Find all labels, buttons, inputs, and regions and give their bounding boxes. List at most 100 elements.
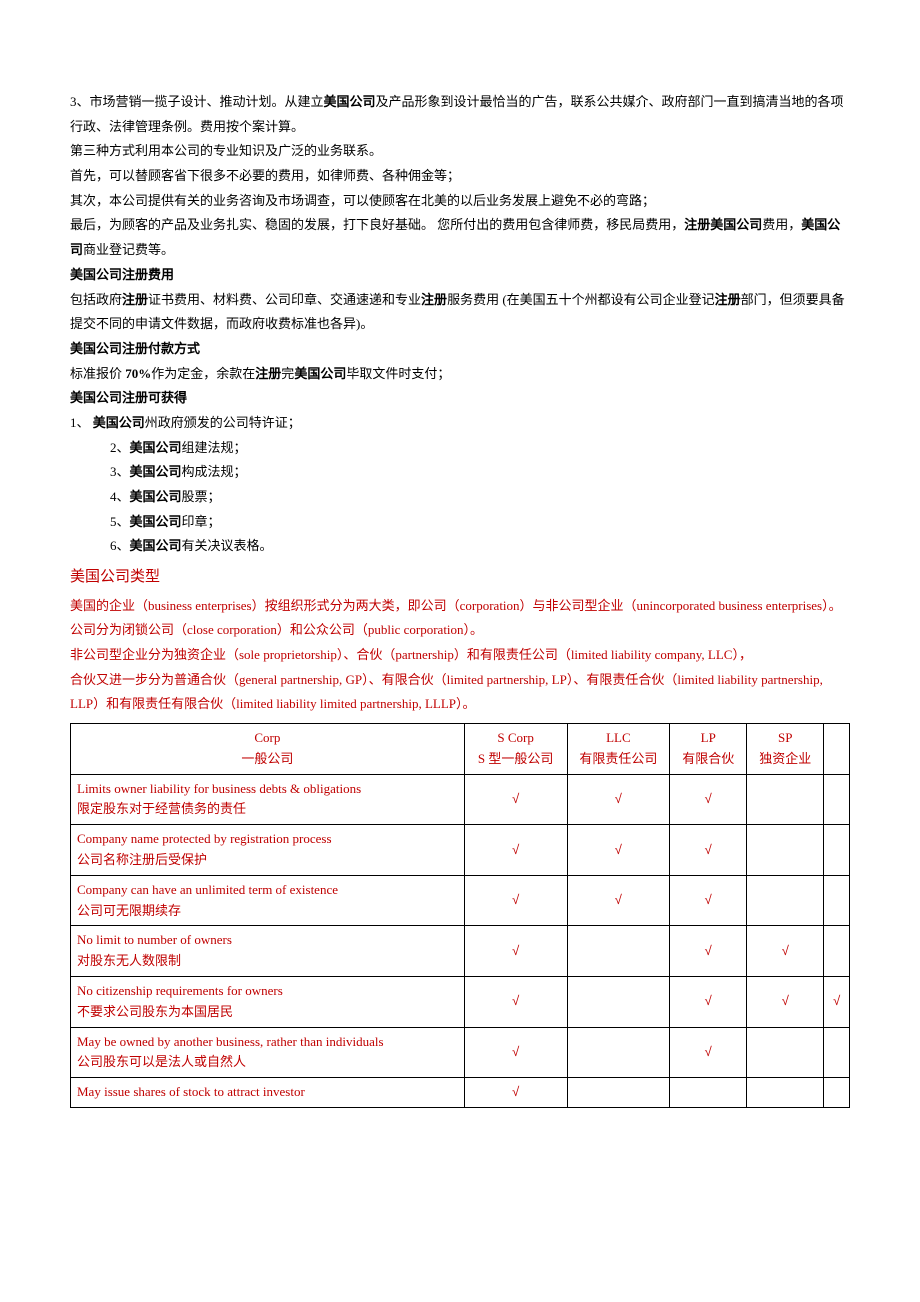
text: 4、 (110, 489, 130, 504)
check-cell: √ (464, 976, 567, 1027)
row-en: No limit to number of owners (77, 932, 232, 947)
check-cell: √ (670, 825, 747, 876)
heading-registration-obtain: 美国公司注册可获得 (70, 386, 850, 411)
check-cell: √ (747, 976, 824, 1027)
para-payment-detail: 标准报价 70%作为定金，余款在注册完美国公司毕取文件时支付； (70, 362, 850, 387)
check-cell (567, 976, 670, 1027)
text-bold: 美国公司 (130, 440, 182, 455)
row-description: Company name protected by registration p… (71, 825, 465, 876)
text-bold: 美国公司 (130, 464, 182, 479)
check-cell: √ (670, 1027, 747, 1078)
obtain-list: 1、 美国公司州政府颁发的公司特许证； 2、美国公司组建法规； 3、美国公司构成… (70, 411, 850, 559)
para-third-method: 第三种方式利用本公司的专业知识及广泛的业务联系。 (70, 139, 850, 164)
row-description: No citizenship requirements for owners 不要… (71, 976, 465, 1027)
text: 州政府颁发的公司特许证； (145, 415, 301, 430)
check-cell: √ (670, 875, 747, 926)
para-marketing: 3、市场营销一揽子设计、推动计划。从建立美国公司及产品形象到设计最恰当的广告，联… (70, 90, 850, 139)
header-en: S Corp (497, 730, 533, 745)
text-bold: 注册 (715, 292, 741, 307)
text: 6、 (110, 538, 130, 553)
text: 包括政府 (70, 292, 122, 307)
text-bold: 注册 (421, 292, 447, 307)
para-red: 公司分为闭锁公司（close corporation）和公众公司（public … (70, 618, 850, 643)
check-cell: √ (464, 825, 567, 876)
text-bold: 美国公司 (93, 415, 145, 430)
row-cn: 不要求公司股东为本国居民 (77, 1004, 233, 1019)
header-cn: 有限合伙 (682, 751, 734, 766)
table-row: May issue shares of stock to attract inv… (71, 1078, 850, 1108)
table-header-row: Corp 一般公司 S Corp S 型一般公司 LLC 有限责任公司 LP 有… (71, 724, 850, 775)
list-item: 2、美国公司组建法规； (70, 436, 850, 461)
row-en: Limits owner liability for business debt… (77, 781, 361, 796)
text-bold: 美国公司 (130, 538, 182, 553)
para-first: 首先，可以替顾客省下很多不必要的费用，如律师费、各种佣金等； (70, 164, 850, 189)
para-fee-detail: 包括政府注册证书费用、材料费、公司印章、交通速递和专业注册服务费用 (在美国五十… (70, 288, 850, 337)
text: 5、 (110, 514, 130, 529)
table-row: May be owned by another business, rather… (71, 1027, 850, 1078)
header-en: LLC (606, 730, 631, 745)
row-cn: 限定股东对于经营债务的责任 (77, 801, 246, 816)
text: 最后，为顾客的产品及业务扎实、稳固的发展，打下良好基础。 您所付出的费用包含律师… (70, 217, 684, 232)
row-en: May be owned by another business, rather… (77, 1034, 384, 1049)
text: 完 (281, 366, 294, 381)
check-cell: √ (464, 875, 567, 926)
header-en: SP (778, 730, 792, 745)
text-bold: 注册 (122, 292, 148, 307)
text: 3、 (110, 464, 130, 479)
text: 标准报价 (70, 366, 125, 381)
text: 有关决议表格。 (182, 538, 273, 553)
text: 1、 (70, 415, 93, 430)
check-cell: √ (670, 976, 747, 1027)
row-cn: 公司可无限期续存 (77, 903, 181, 918)
header-en: LP (701, 730, 716, 745)
check-cell (747, 1078, 824, 1108)
check-cell: √ (464, 1027, 567, 1078)
text: 作为定金，余款在 (151, 366, 255, 381)
text: 3、市场营销一揽子设计、推动计划。从建立 (70, 94, 324, 109)
row-en: Company can have an unlimited term of ex… (77, 882, 338, 897)
list-item: 4、美国公司股票； (70, 485, 850, 510)
table-row: Limits owner liability for business debt… (71, 774, 850, 825)
list-item: 6、美国公司有关决议表格。 (70, 534, 850, 559)
text-bold: 美国公司 (324, 94, 376, 109)
check-cell (824, 1027, 850, 1078)
check-cell (567, 1027, 670, 1078)
check-cell (567, 926, 670, 977)
check-cell (824, 1078, 850, 1108)
row-cn: 公司名称注册后受保护 (77, 852, 207, 867)
text: 组建法规； (182, 440, 247, 455)
text: 构成法规； (182, 464, 247, 479)
check-cell (747, 774, 824, 825)
check-cell (567, 1078, 670, 1108)
row-description: Company can have an unlimited term of ex… (71, 875, 465, 926)
check-cell (824, 926, 850, 977)
header-scorp: S Corp S 型一般公司 (464, 724, 567, 775)
text-bold: 70% (125, 366, 151, 381)
check-cell (747, 875, 824, 926)
text: 服务费用 (在美国五十个州都设有公司企业登记 (447, 292, 715, 307)
check-cell: √ (567, 774, 670, 825)
text: 证书费用、材料费、公司印章、交通速递和专业 (148, 292, 421, 307)
text-bold: 美国公司 (130, 514, 182, 529)
row-en: Company name protected by registration p… (77, 831, 332, 846)
row-en: No citizenship requirements for owners (77, 983, 283, 998)
row-description: No limit to number of owners 对股东无人数限制 (71, 926, 465, 977)
check-cell: √ (567, 875, 670, 926)
header-cn: 有限责任公司 (579, 751, 657, 766)
check-cell: √ (567, 825, 670, 876)
list-item: 5、美国公司印章； (70, 510, 850, 535)
header-en: Corp (254, 730, 280, 745)
text: 2、 (110, 440, 130, 455)
row-description: Limits owner liability for business debt… (71, 774, 465, 825)
text: 印章； (182, 514, 221, 529)
check-cell (824, 875, 850, 926)
list-item: 1、 美国公司州政府颁发的公司特许证； (70, 411, 850, 436)
row-cn: 对股东无人数限制 (77, 953, 181, 968)
row-cn: 公司股东可以是法人或自然人 (77, 1054, 246, 1069)
para-red: 美国的企业（business enterprises）按组织形式分为两大类，即公… (70, 594, 850, 619)
table-row: Company can have an unlimited term of ex… (71, 875, 850, 926)
text-bold: 美国公司 (130, 489, 182, 504)
text: 费用， (762, 217, 801, 232)
row-description: May issue shares of stock to attract inv… (71, 1078, 465, 1108)
para-last: 最后，为顾客的产品及业务扎实、稳固的发展，打下良好基础。 您所付出的费用包含律师… (70, 213, 850, 262)
